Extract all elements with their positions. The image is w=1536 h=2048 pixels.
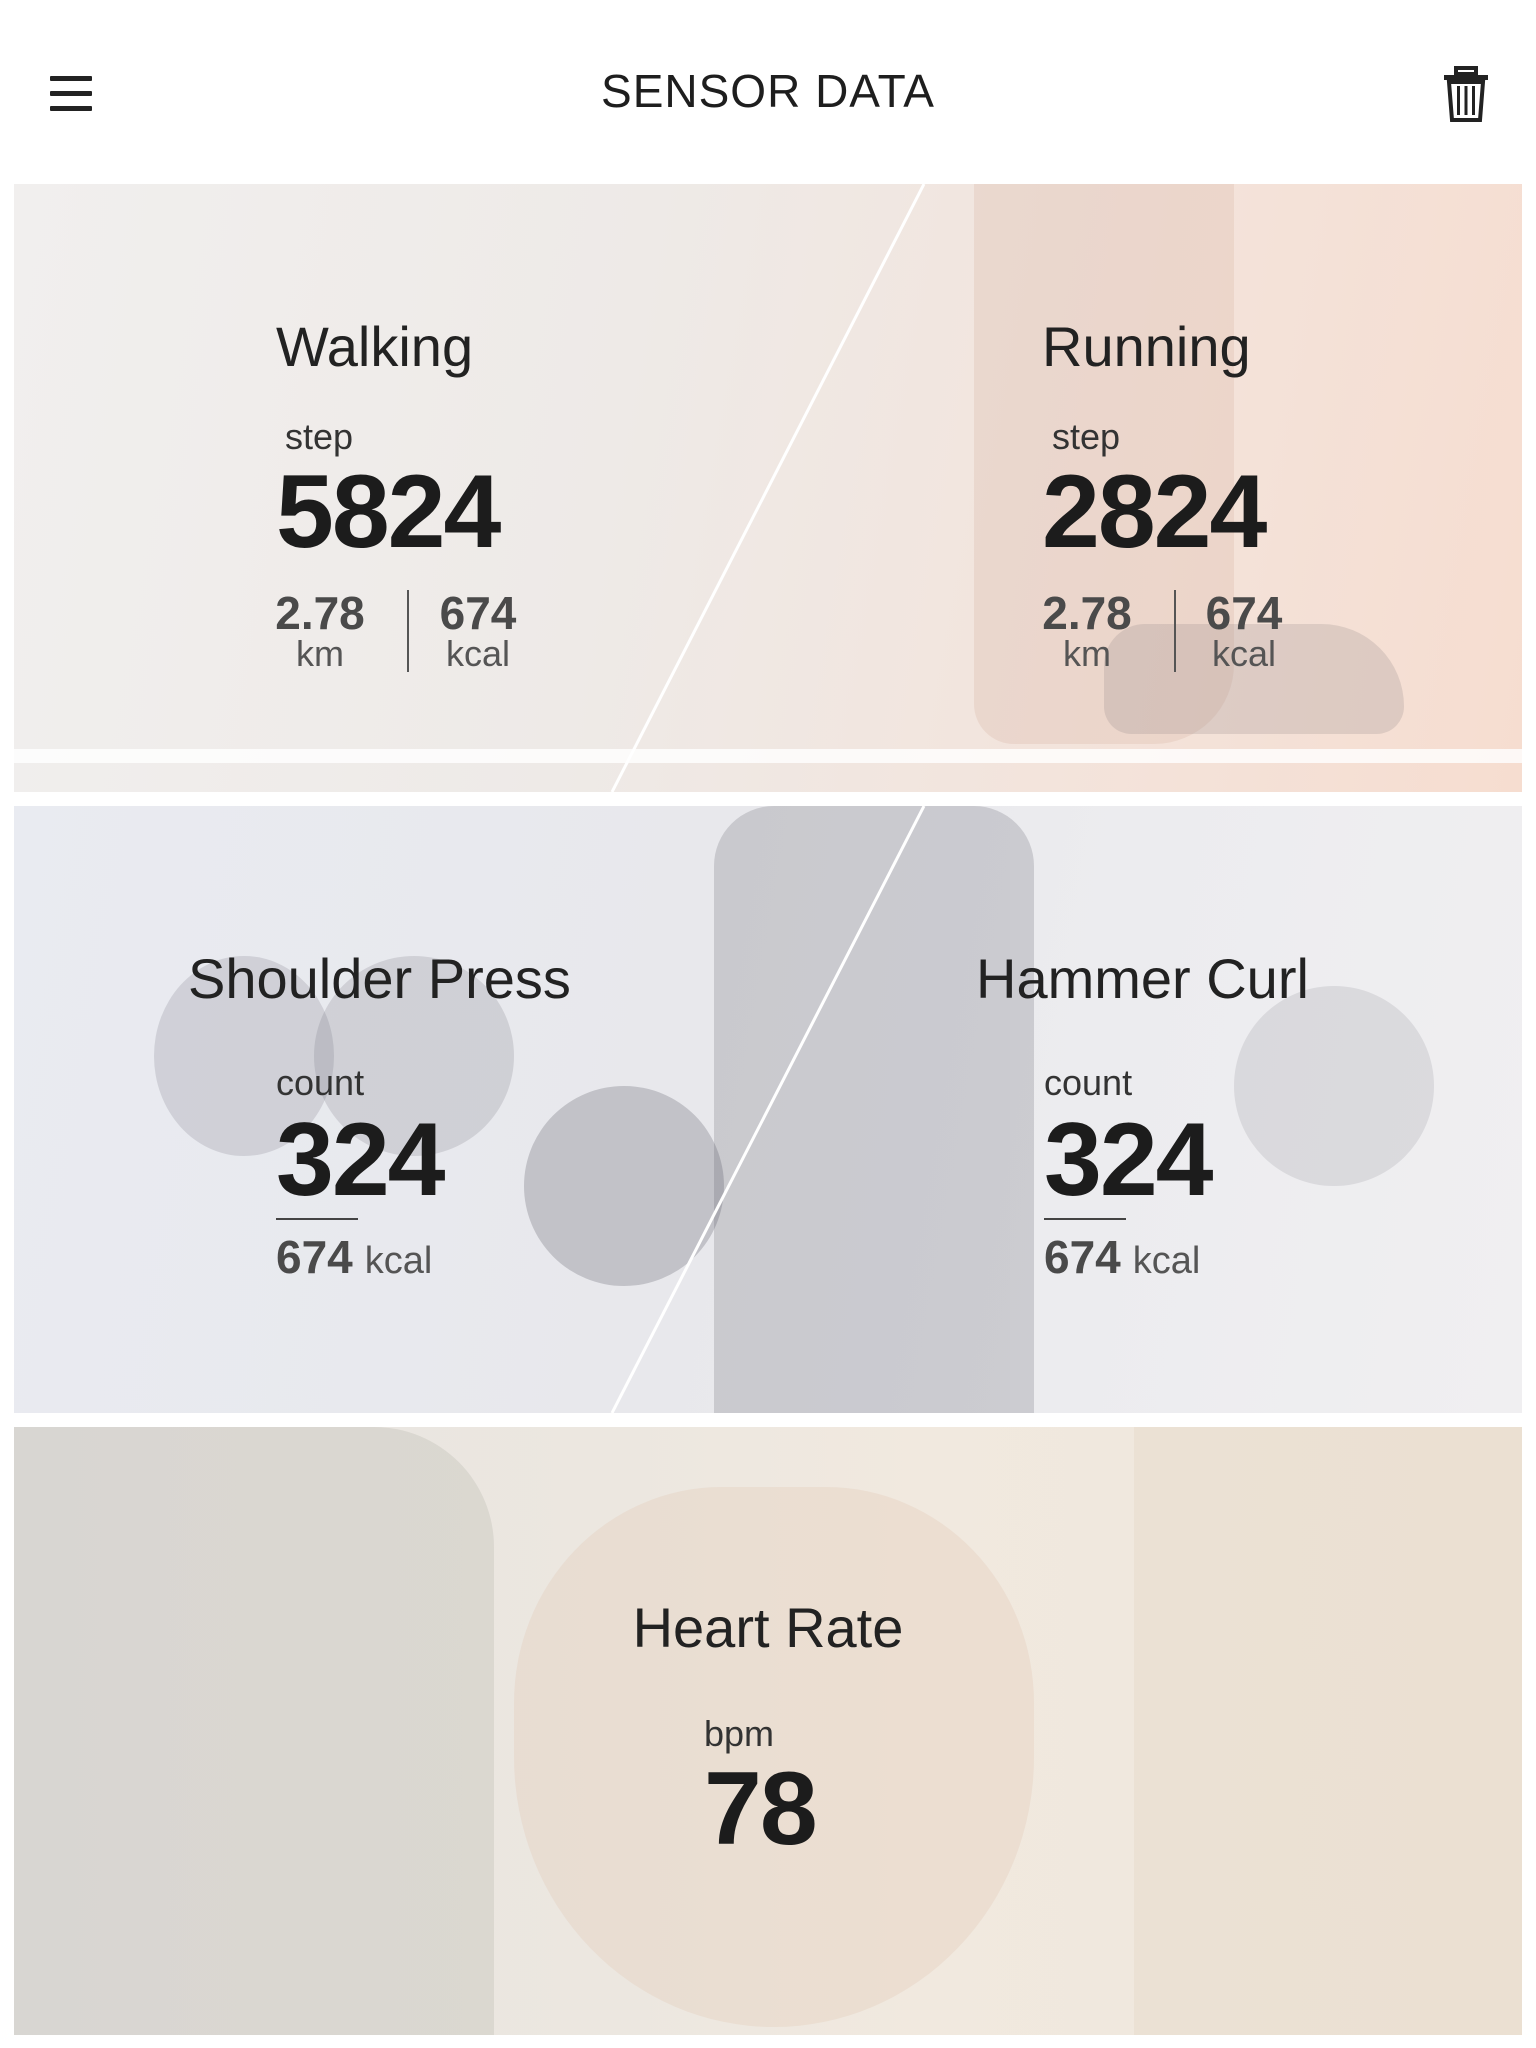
hammer-curl-calories-value: 674 (1044, 1231, 1121, 1283)
heart-rate-card[interactable]: Heart Rate bpm 78 (14, 1427, 1522, 2035)
dumbbell-plate-shape (524, 1086, 724, 1286)
hammer-curl-separator (1044, 1218, 1126, 1220)
running-distance-unit: km (1063, 633, 1111, 674)
shoulder-press-calories-value: 674 (276, 1231, 353, 1283)
diagonal-divider (610, 806, 926, 1413)
heart-rate-unit-label: bpm (704, 1713, 775, 1754)
shoulder-press-count: 324 (276, 1102, 446, 1218)
hammer-curl-calories: 674 kcal (1044, 1234, 1200, 1280)
trash-icon[interactable] (1442, 66, 1490, 122)
walking-calories-value: 674 (439, 587, 517, 639)
hammer-curl-count: 324 (1044, 1102, 1214, 1218)
top-app-bar: SENSOR DATA (0, 0, 1536, 184)
running-stat-separator (1174, 590, 1176, 672)
running-title: Running (1042, 315, 1251, 378)
walking-title: Walking (276, 315, 474, 378)
running-unit-label: step (1052, 416, 1121, 457)
dumbbell-shape-3 (1234, 986, 1434, 1186)
walking-stat-separator (407, 590, 409, 672)
running-step-count: 2824 (1042, 454, 1267, 570)
walking-calories-unit: kcal (445, 633, 511, 674)
hammer-curl-title: Hammer Curl (976, 947, 1309, 1010)
track-stripe (14, 749, 1522, 763)
sweater-left-shape (14, 1427, 494, 2035)
running-calories-value: 674 (1205, 587, 1283, 639)
shoulder-press-separator (276, 1218, 358, 1220)
person-torso-shape (714, 806, 1034, 1413)
strength-training-card[interactable]: Shoulder Press count 324 674 kcal Hammer … (14, 806, 1522, 1413)
diagonal-divider (610, 184, 926, 792)
shoulder-press-title: Shoulder Press (188, 947, 571, 1010)
running-distance-value: 2.78 (1042, 587, 1132, 639)
heart-rate-value: 78 (704, 1751, 818, 1867)
walking-distance-unit: km (296, 633, 344, 674)
walking-distance-value: 2.78 (275, 587, 365, 639)
shoulder-press-calories-unit: kcal (364, 1240, 433, 1282)
running-calories-unit: kcal (1211, 633, 1277, 674)
walking-unit-label: step (285, 416, 354, 457)
hammer-curl-calories-unit: kcal (1132, 1240, 1201, 1282)
heart-rate-title: Heart Rate (632, 1596, 904, 1659)
shoulder-press-unit-label: count (276, 1062, 365, 1103)
walking-running-card[interactable]: Walking step 5824 2.78 km 674 kcal Runni… (14, 184, 1522, 792)
hammer-curl-unit-label: count (1044, 1062, 1133, 1103)
shoulder-press-calories: 674 kcal (276, 1234, 432, 1280)
page-title: SENSOR DATA (601, 65, 935, 117)
sweater-right-shape (1134, 1427, 1522, 2035)
walking-step-count: 5824 (276, 454, 501, 570)
